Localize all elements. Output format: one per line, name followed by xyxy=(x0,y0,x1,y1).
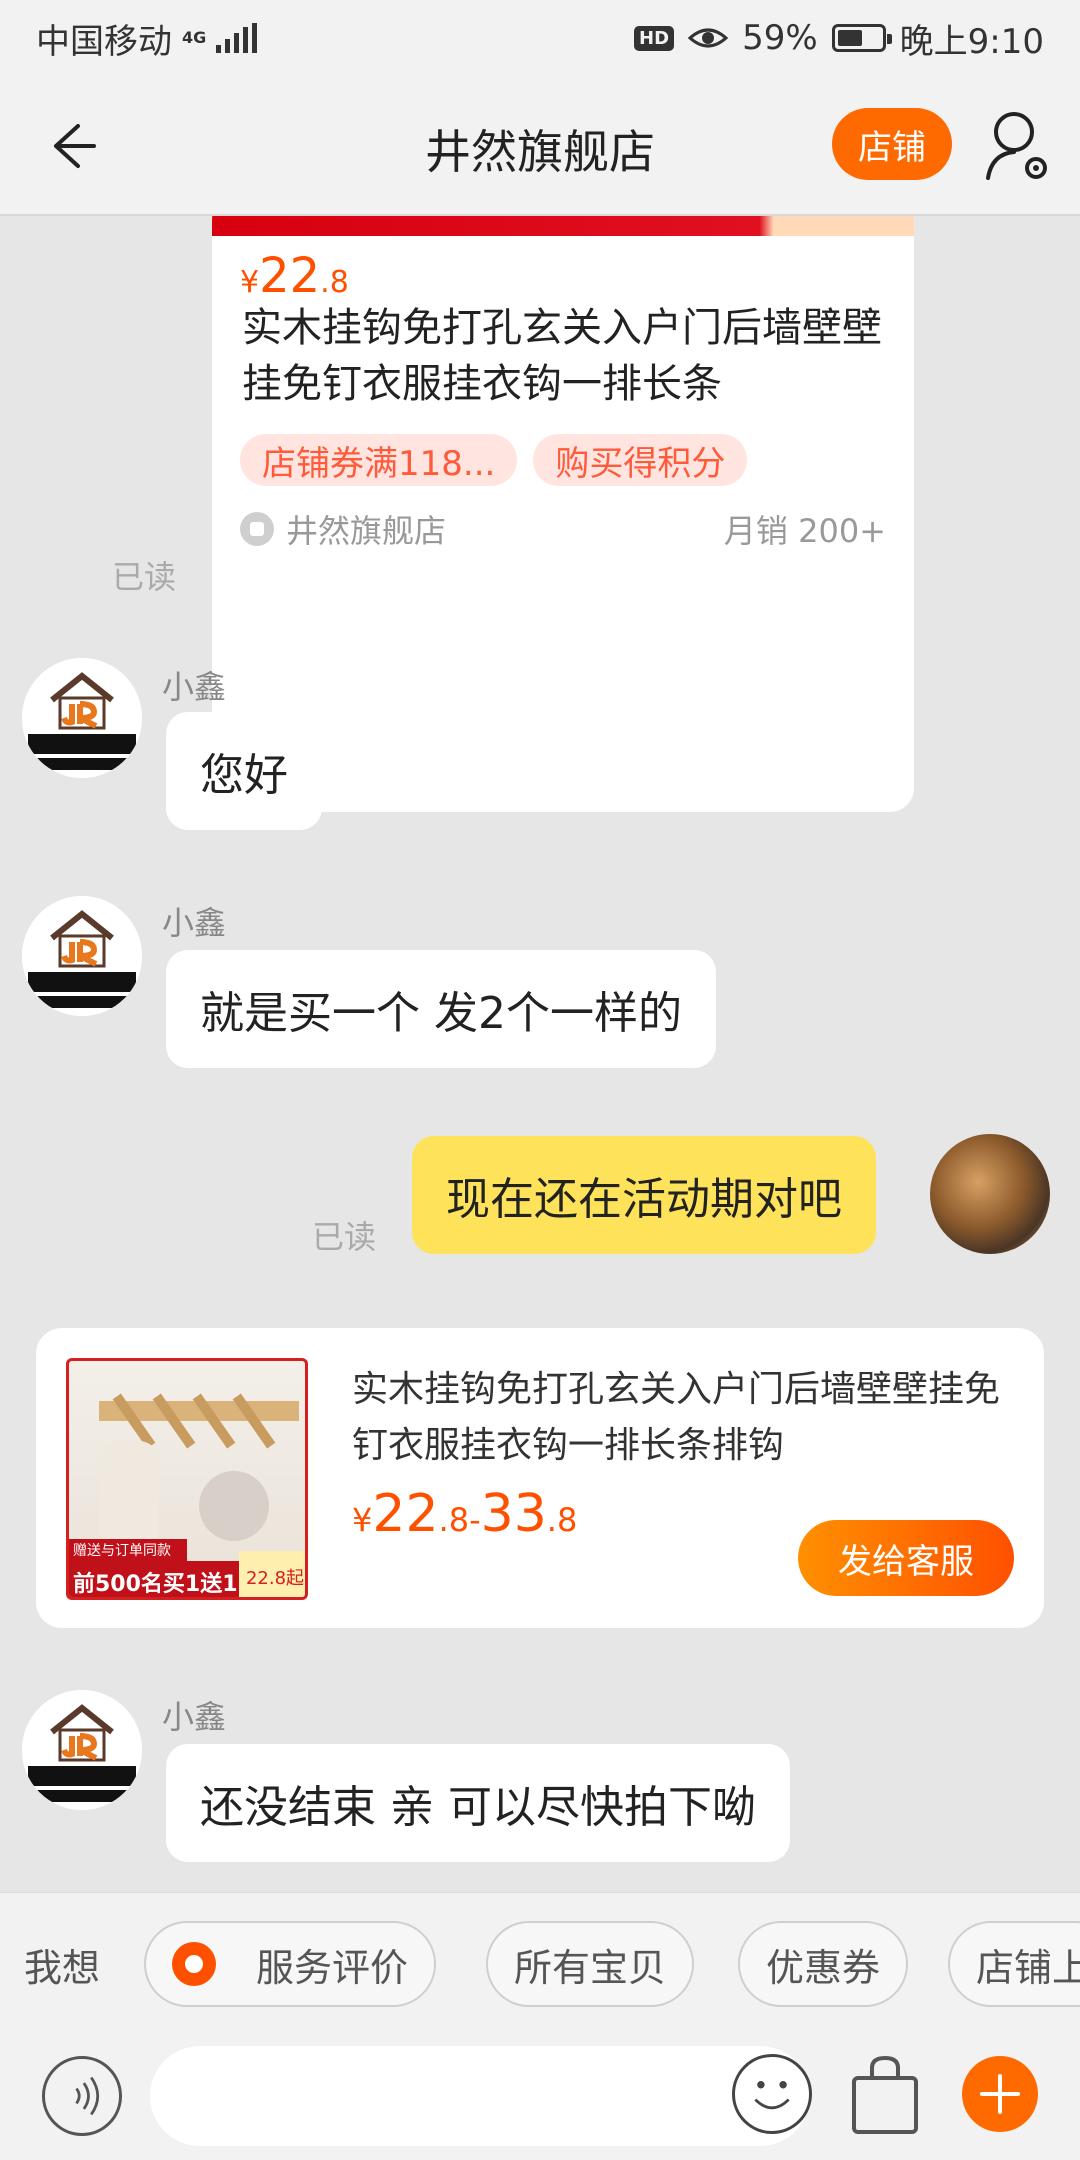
product-title: 实木挂钩免打孔玄关入户门后墙壁壁挂免钉衣服挂衣钩一排长条排钩 xyxy=(352,1369,1001,1466)
input-bar xyxy=(0,2034,1080,2160)
clock: 晚上9:10 xyxy=(899,21,1044,62)
read-receipt: 已读 xyxy=(112,558,177,596)
chip-coupons[interactable]: 优惠券 xyxy=(738,1921,909,2007)
product-recommend-card[interactable]: 赠送与订单同款 前500名买1送1 22.8起 实木挂钩免打孔玄关入户门后墙壁壁… xyxy=(36,1328,1044,1628)
emoji-icon[interactable] xyxy=(732,2054,812,2134)
product-thumbnail[interactable]: 赠送与订单同款 前500名买1送1 22.8起 xyxy=(66,1358,308,1600)
product-image-strip xyxy=(212,216,914,236)
message-bubble[interactable]: 您好 xyxy=(166,712,322,830)
shopping-bag-icon[interactable] xyxy=(848,2052,922,2136)
user-settings-icon[interactable] xyxy=(984,106,1054,186)
battery-percent: 59% xyxy=(742,18,818,58)
message-bubble[interactable]: 就是买一个 发2个一样的 xyxy=(166,950,716,1068)
status-bar: 中国移动 4G HD 59% 晚上9:10 xyxy=(0,0,1080,76)
add-plus-button[interactable] xyxy=(962,2056,1038,2132)
chat-header: 井然旗舰店 店铺 xyxy=(0,76,1080,216)
shop-avatar[interactable] xyxy=(22,896,142,1016)
shop-logo-icon xyxy=(22,658,142,778)
product-shop-name: 井然旗舰店 xyxy=(286,512,447,550)
shop-button[interactable]: 店铺 xyxy=(832,108,952,180)
quick-actions-bar: 我想 服务评价 所有宝贝 优惠券 店铺上 xyxy=(0,1892,1080,2034)
carrier-name: 中国移动 xyxy=(36,21,172,62)
network-type: 4G xyxy=(182,28,207,47)
shop-logo-icon xyxy=(22,1690,142,1810)
quick-actions-label: 我想 xyxy=(24,1946,101,1990)
sender-name: 小鑫 xyxy=(162,904,227,942)
hd-badge: HD xyxy=(634,25,675,51)
voice-icon[interactable] xyxy=(42,2056,122,2136)
read-receipt: 已读 xyxy=(312,1218,377,1256)
chip-all-items[interactable]: 所有宝贝 xyxy=(486,1921,695,2007)
chip-shop-more[interactable]: 店铺上 xyxy=(948,1921,1080,2007)
thumb-promo-big: 前500名买1送1 xyxy=(69,1561,239,1597)
message-bubble[interactable]: 还没结束 亲 可以尽快拍下呦 xyxy=(166,1744,790,1862)
sender-name: 小鑫 xyxy=(162,1698,227,1736)
thumb-price-tag: 22.8起 xyxy=(239,1551,305,1597)
eye-icon xyxy=(688,28,729,48)
shop-avatar[interactable] xyxy=(22,658,142,778)
shop-logo-icon xyxy=(22,896,142,1016)
product-title: 实木挂钩免打孔玄关入户门后墙壁壁挂免钉衣服挂衣钩一排长条 xyxy=(242,305,882,407)
rating-icon xyxy=(172,1942,216,1986)
coupon-tag: 店铺券满118... xyxy=(240,434,518,486)
my-avatar[interactable] xyxy=(930,1134,1050,1254)
monthly-sales: 月销 200+ xyxy=(723,512,886,550)
message-input[interactable] xyxy=(150,2046,810,2146)
product-price: ¥22.8 xyxy=(240,248,349,304)
thumb-promo-small: 赠送与订单同款 xyxy=(69,1539,187,1561)
signal-icon xyxy=(216,23,258,53)
send-to-service-button[interactable]: 发给客服 xyxy=(798,1520,1014,1596)
my-message-bubble[interactable]: 现在还在活动期对吧 xyxy=(412,1136,876,1254)
shop-avatar[interactable] xyxy=(22,1690,142,1810)
chat-list[interactable]: ¥22.8 实木挂钩免打孔玄关入户门后墙壁壁挂免钉衣服挂衣钩一排长条 店铺券满1… xyxy=(0,216,1080,1892)
shop-icon xyxy=(240,512,274,546)
sender-name: 小鑫 xyxy=(162,668,227,706)
chip-service-rating[interactable]: 服务评价 xyxy=(144,1921,437,2007)
points-tag: 购买得积分 xyxy=(533,434,748,486)
battery-icon xyxy=(831,24,892,52)
product-price-range: ¥22.8-33.8 xyxy=(352,1484,578,1544)
